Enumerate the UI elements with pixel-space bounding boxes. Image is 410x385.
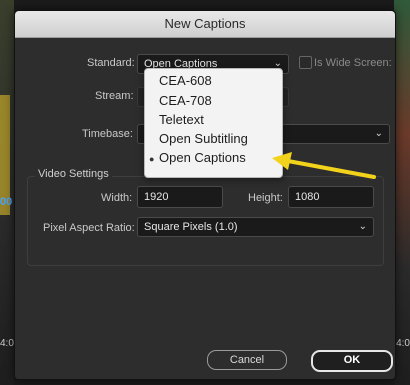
bullet-icon: ● [149,154,155,164]
standard-label: Standard: [87,57,135,69]
menu-item-cea-608[interactable]: CEA-608 [159,73,212,88]
pixel-aspect-ratio-value: Square Pixels (1.0) [144,221,238,233]
background-right-panel: 4:0 [394,0,410,385]
cancel-button[interactable]: Cancel [207,350,287,370]
menu-item-open-captions[interactable]: Open Captions [159,150,246,165]
ok-button[interactable]: OK [311,350,393,372]
width-field[interactable]: 1920 [137,186,223,208]
background-number: 00 [0,196,13,208]
menu-item-cea-708[interactable]: CEA-708 [159,93,212,108]
chevron-down-icon: ⌄ [374,128,383,139]
width-label: Width: [101,192,133,204]
new-captions-dialog: New Captions Standard: Open Captions ⌄ I… [14,10,396,380]
video-settings-heading: Video Settings [35,168,112,180]
menu-item-open-subtitling[interactable]: Open Subtitling [159,131,248,146]
background-left-panel: 00 4:0 [0,0,14,385]
dialog-title: New Captions [164,16,246,31]
timebase-label: Timebase: [82,128,133,140]
menu-item-teletext[interactable]: Teletext [159,112,204,127]
pixel-aspect-ratio-select[interactable]: Square Pixels (1.0) ⌄ [137,217,374,237]
arrow-annotation-icon [272,152,376,179]
height-label: Height: [248,192,283,204]
height-value: 1080 [295,191,320,203]
background-timecode-left: 4:0 [0,338,14,349]
pixel-aspect-ratio-label: Pixel Aspect Ratio: [43,222,135,234]
standard-dropdown-menu: CEA-608 CEA-708 Teletext Open Subtitling… [144,68,283,178]
chevron-down-icon: ⌄ [358,221,367,232]
background-timecode-right: 4:0 [396,338,410,349]
wide-screen-checkbox[interactable] [299,56,312,69]
wide-screen-label: Is Wide Screen: [314,57,392,69]
stream-label: Stream: [95,90,134,102]
dialog-titlebar: New Captions [15,11,395,38]
width-value: 1920 [144,191,169,203]
